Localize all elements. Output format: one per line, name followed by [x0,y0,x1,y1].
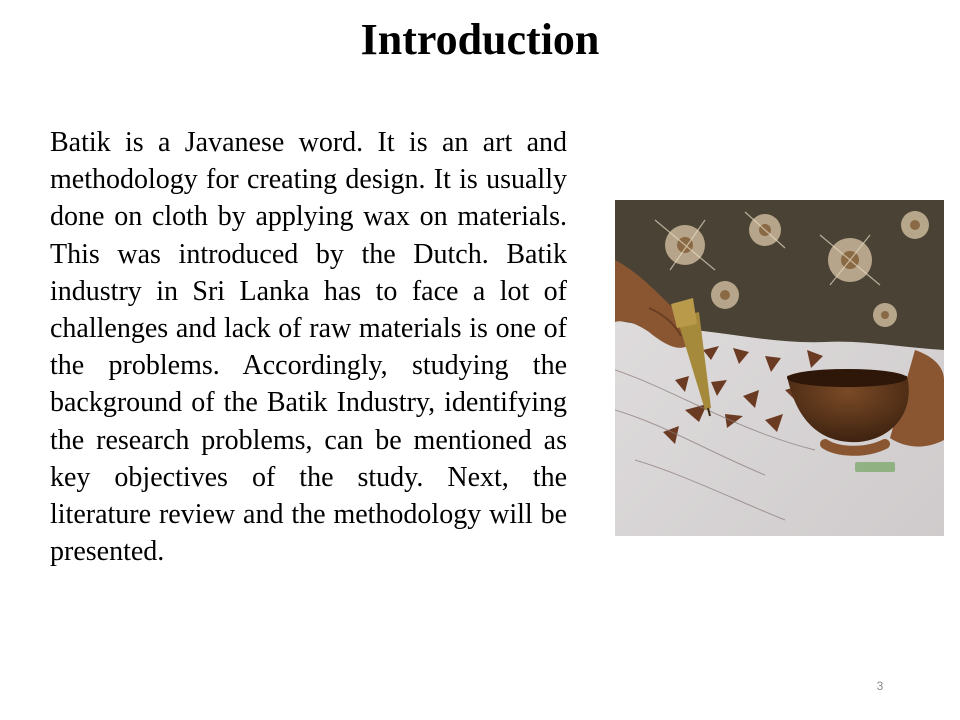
slide-title: Introduction [360,15,600,64]
page-number: 3 [876,679,884,693]
presentation-slide: Introduction Batik is a Javanese word. I… [0,0,960,720]
slide-body-text: Batik is a Javanese word. It is an art a… [50,127,567,568]
batik-waxing-photo [615,200,944,536]
